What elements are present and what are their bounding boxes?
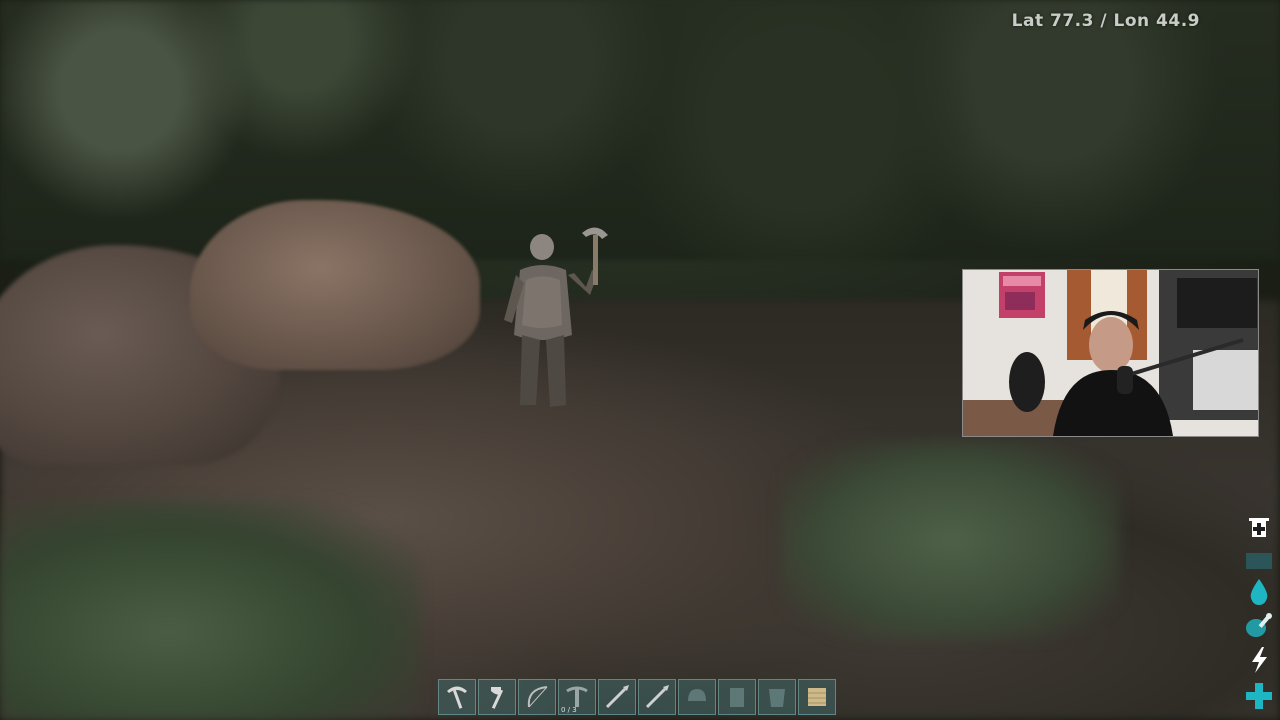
- pickaxe-icon: [447, 686, 467, 709]
- health-plus-icon: [1242, 680, 1276, 712]
- player-character: [504, 227, 608, 407]
- bow-icon: [527, 686, 548, 708]
- hotbar-slot-9[interactable]: [758, 679, 796, 715]
- hotbar-slot-6[interactable]: [638, 679, 676, 715]
- hotbar-slot-8[interactable]: [718, 679, 756, 715]
- status-icon-column: [1238, 510, 1280, 720]
- hatchet-icon: [491, 687, 504, 709]
- webcam-overlay: [962, 269, 1259, 437]
- webcam-feed: [963, 270, 1258, 436]
- level-up-icon[interactable]: [1242, 510, 1276, 542]
- spear-icon: [605, 685, 629, 709]
- slot-durability: 0 / 3: [561, 706, 577, 714]
- coordinates-readout: Lat 77.3 / Lon 44.9: [1011, 11, 1200, 31]
- spear-icon-2: [645, 685, 669, 709]
- armor-icon: [730, 688, 744, 707]
- stamina-bolt-icon: [1242, 644, 1276, 676]
- cloth-icon: [769, 689, 785, 707]
- hotbar-slot-3[interactable]: [518, 679, 556, 715]
- foreground-bush-right: [780, 440, 1120, 640]
- weight-icon: [1242, 544, 1276, 576]
- hotbar-slot-1[interactable]: [438, 679, 476, 715]
- food-icon: [1242, 610, 1276, 642]
- forest-canopy: [0, 0, 1280, 260]
- hotbar-slot-4[interactable]: 0 / 3: [558, 679, 596, 715]
- helmet-icon: [688, 689, 706, 701]
- thatch-icon: [808, 688, 826, 706]
- water-drop-icon: [1242, 576, 1276, 608]
- game-viewport[interactable]: Lat 77.3 / Lon 44.9 0 / 3: [0, 0, 1280, 720]
- hotbar-slot-10[interactable]: [798, 679, 836, 715]
- hotbar-slot-5[interactable]: [598, 679, 636, 715]
- hotbar-slot-7[interactable]: [678, 679, 716, 715]
- foreground-bush-left: [0, 500, 420, 720]
- hotbar: 0 / 3: [438, 679, 840, 717]
- hotbar-slot-2[interactable]: [478, 679, 516, 715]
